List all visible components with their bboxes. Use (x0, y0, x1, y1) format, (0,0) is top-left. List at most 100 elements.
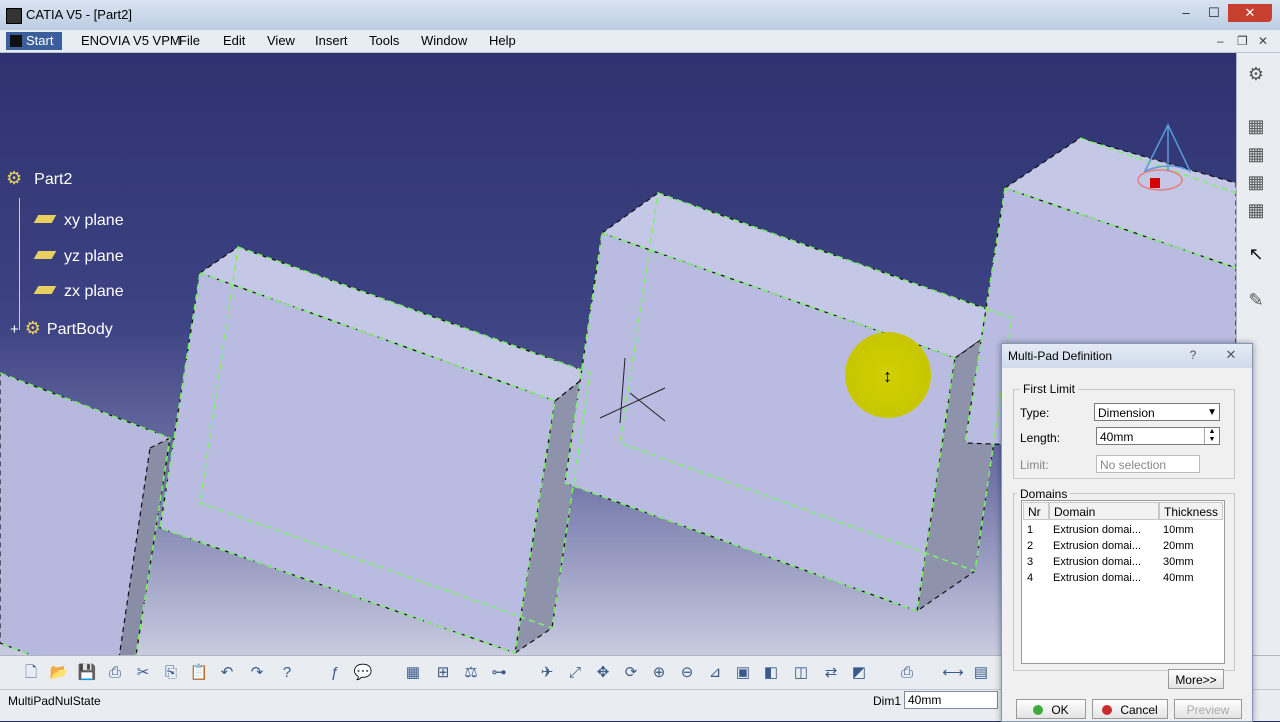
capture-icon[interactable]: ▤ (970, 662, 992, 684)
toolbar-icon-2[interactable]: ▦ (1245, 143, 1267, 165)
pan-icon[interactable]: ✥ (592, 662, 614, 684)
render-icon[interactable]: ◩ (848, 662, 870, 684)
rotate-icon[interactable]: ⟳ (620, 662, 642, 684)
zoom-in-icon[interactable]: ⊕ (648, 662, 670, 684)
save-icon[interactable]: 💾 (76, 662, 98, 684)
doc-restore-button[interactable]: ❐ (1237, 34, 1248, 48)
cancel-label: Cancel (1120, 703, 1158, 717)
minimize-button[interactable]: – (1172, 4, 1200, 22)
col-header-nr[interactable]: Nr (1023, 502, 1049, 520)
menu-window[interactable]: Window (421, 33, 467, 48)
preview-button[interactable]: Preview (1174, 699, 1242, 719)
type-select[interactable]: Dimension ▼ (1094, 403, 1220, 421)
tree-root-label: Part2 (34, 171, 73, 188)
sketch-icon[interactable]: ✎ (1245, 289, 1267, 311)
formula-icon[interactable]: ƒ (324, 662, 346, 684)
row-thickness: 40mm (1163, 572, 1194, 584)
measure-icon[interactable]: ⚖ (460, 662, 482, 684)
status-message: MultiPadNulState (8, 694, 101, 708)
tree-root-part[interactable]: ⚙ Part2 (6, 168, 72, 189)
maximize-button[interactable]: ☐ (1200, 4, 1228, 22)
toolbar-icon-3[interactable]: ▦ (1245, 171, 1267, 193)
limit-label: Limit: (1020, 458, 1049, 472)
row-nr: 2 (1027, 540, 1034, 552)
menu-enovia[interactable]: ENOVIA V5 VPM (81, 33, 181, 48)
start-flag-icon (10, 35, 22, 47)
cancel-button[interactable]: Cancel (1092, 699, 1168, 719)
tree-item-zx-plane[interactable]: zx plane (33, 283, 124, 301)
tree-item-xy-plane[interactable]: xy plane (33, 212, 124, 230)
undo-icon[interactable]: ↶ (216, 662, 238, 684)
plane-icon (33, 286, 57, 294)
domains-label: Domains (1017, 487, 1071, 501)
toolbar-icon-1[interactable]: ▦ (1245, 115, 1267, 137)
dialog-title-bar[interactable]: Multi-Pad Definition ? ✕ (1002, 344, 1252, 368)
limit-field[interactable]: No selection (1096, 455, 1200, 473)
print-icon[interactable]: ⎙ (104, 662, 126, 684)
whats-this-icon[interactable]: ? (276, 662, 298, 684)
first-limit-label: First Limit (1020, 382, 1078, 396)
ok-label: OK (1051, 703, 1069, 717)
dialog-close-button[interactable]: ✕ (1222, 347, 1240, 363)
part-gear-icon: ⚙ (6, 168, 23, 188)
tree-item-partbody[interactable]: + ⚙ PartBody (10, 318, 113, 339)
redo-icon[interactable]: ↷ (246, 662, 268, 684)
toolbar-icon-4[interactable]: ▦ (1245, 199, 1267, 221)
start-label: Start (26, 33, 54, 48)
length-field[interactable]: 40mm ▲ ▼ (1096, 427, 1220, 445)
analysis-icon[interactable]: ⊶ (488, 662, 510, 684)
fit-all-icon[interactable]: ⤢ (564, 662, 586, 684)
fly-icon[interactable]: ✈ (536, 662, 558, 684)
start-menu-button[interactable]: Start (6, 32, 62, 50)
dialog-help-button[interactable]: ? (1184, 347, 1202, 363)
table-icon[interactable]: ▦ (402, 662, 424, 684)
row-nr: 4 (1027, 572, 1034, 584)
menu-view[interactable]: View (267, 33, 295, 48)
doc-close-button[interactable]: ✕ (1258, 34, 1268, 48)
open-icon[interactable]: 📂 (48, 662, 70, 684)
select-arrow-icon[interactable]: ↖ (1245, 243, 1267, 265)
tree-item-yz-plane[interactable]: yz plane (33, 248, 124, 266)
dimension-icon[interactable]: ⟷ (942, 662, 964, 684)
menu-edit[interactable]: Edit (223, 33, 245, 48)
row-nr: 3 (1027, 556, 1034, 568)
row-thickness: 10mm (1163, 524, 1194, 536)
knowledge-icon[interactable]: 💬 (352, 662, 374, 684)
limit-value: No selection (1100, 458, 1167, 472)
multi-pad-dialog: Multi-Pad Definition ? ✕ First Limit Typ… (1001, 343, 1253, 722)
shading-icon[interactable]: ◧ (760, 662, 782, 684)
normal-view-icon[interactable]: ⊿ (704, 662, 726, 684)
domains-table[interactable]: Nr Domain Thickness 1 Extrusion domai...… (1021, 500, 1225, 664)
menu-help[interactable]: Help (489, 33, 516, 48)
print-screen-icon[interactable]: ⎙ (896, 662, 918, 684)
dim-label: Dim1 (873, 694, 902, 708)
copy-icon[interactable]: ⎘ (160, 662, 182, 684)
expand-icon[interactable]: + (10, 321, 19, 338)
col-header-thickness[interactable]: Thickness (1159, 502, 1223, 520)
length-label: Length: (1020, 431, 1061, 445)
menu-file[interactable]: File (179, 33, 200, 48)
more-button[interactable]: More>> (1168, 669, 1224, 689)
new-icon[interactable]: 🗋 (20, 662, 42, 684)
swap-space-icon[interactable]: ⇄ (820, 662, 842, 684)
row-thickness: 20mm (1163, 540, 1194, 552)
col-header-domain[interactable]: Domain (1049, 502, 1159, 520)
cancel-icon (1102, 705, 1113, 715)
catalog-icon[interactable]: ⊞ (432, 662, 454, 684)
zoom-out-icon[interactable]: ⊖ (676, 662, 698, 684)
hide-show-icon[interactable]: ◫ (790, 662, 812, 684)
ok-button[interactable]: OK (1016, 699, 1086, 719)
views-icon[interactable]: ▣ (732, 662, 754, 684)
close-window-button[interactable]: ✕ (1228, 4, 1272, 22)
menu-tools[interactable]: Tools (369, 33, 399, 48)
doc-minimize-button[interactable]: – (1217, 34, 1224, 48)
cut-icon[interactable]: ✂ (132, 662, 154, 684)
paste-icon[interactable]: 📋 (188, 662, 210, 684)
menu-insert[interactable]: Insert (315, 33, 348, 48)
dim-value-field[interactable]: 40mm (904, 691, 998, 709)
tree-item-label: PartBody (46, 321, 113, 338)
type-label: Type: (1020, 406, 1050, 420)
settings-gear-icon[interactable]: ⚙ (1245, 63, 1267, 85)
tree-item-label: zx plane (64, 283, 124, 300)
length-spinner-icon[interactable]: ▲ ▼ (1204, 428, 1219, 444)
